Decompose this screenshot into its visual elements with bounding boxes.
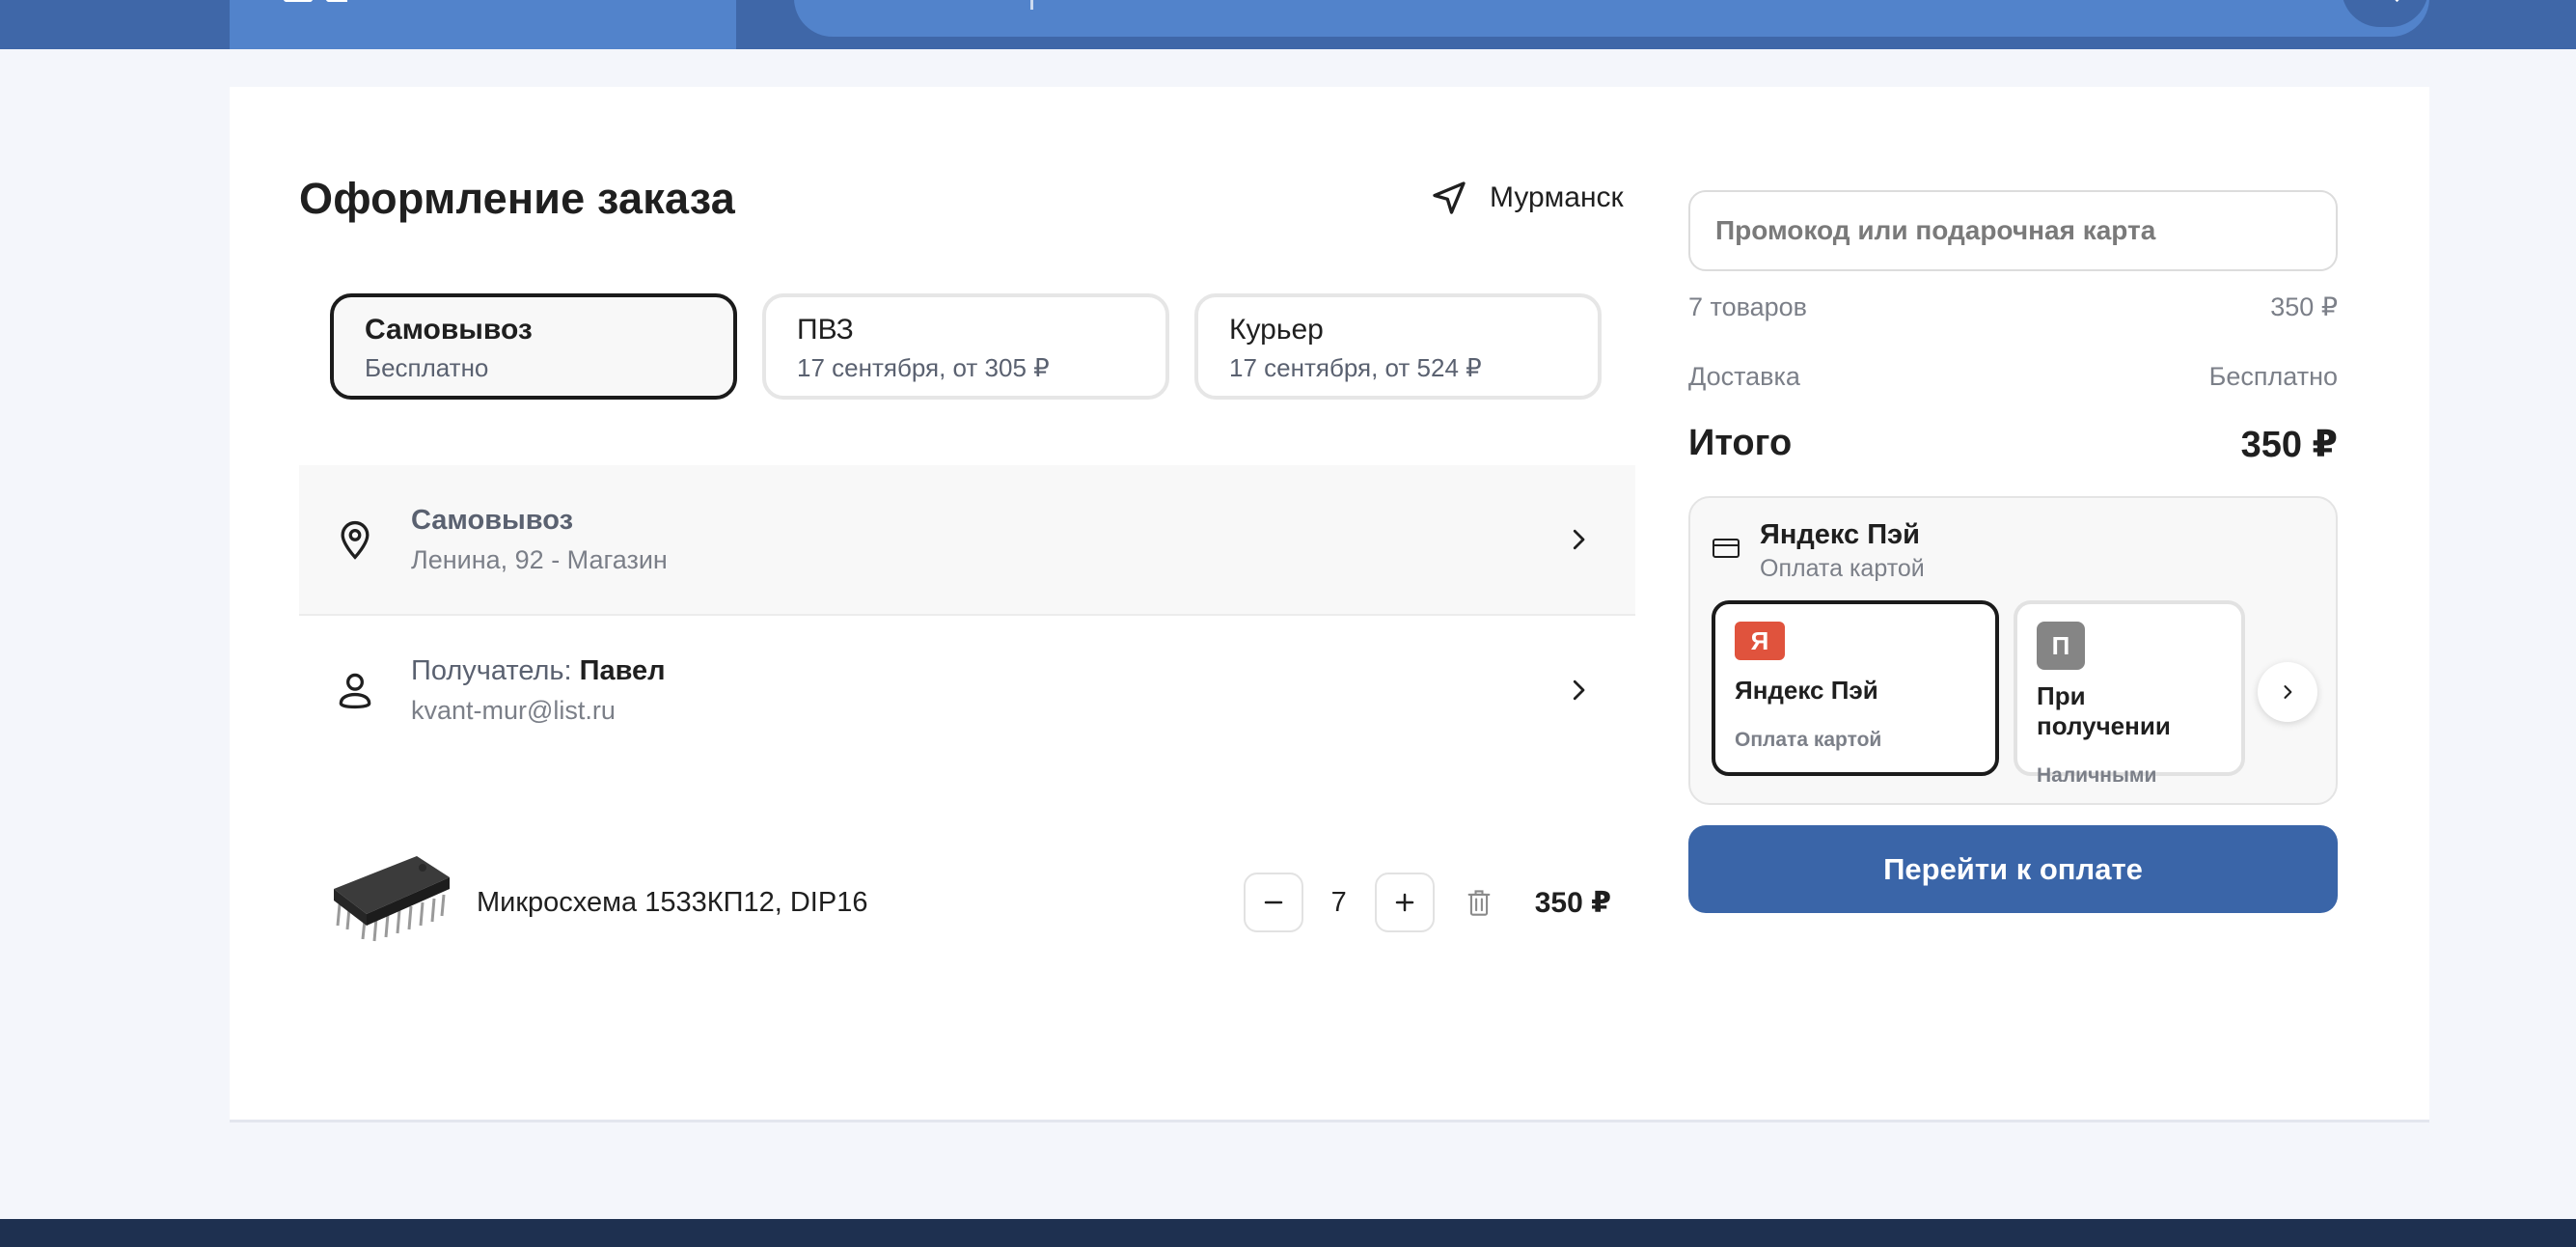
- page-footer: [0, 1219, 2576, 1247]
- quantity-value[interactable]: 7: [1303, 887, 1375, 919]
- cart-item: Микросхема 1533КП12, DIP16 7 350 ₽: [328, 845, 1611, 960]
- summary-delivery-line: Доставка Бесплатно: [1688, 362, 2338, 392]
- delivery-option-pvz[interactable]: ПВЗ 17 сентября, от 305 ₽: [762, 293, 1169, 400]
- city-selector[interactable]: Мурманск: [1430, 177, 1624, 219]
- yandex-pay-logo: Я: [1735, 622, 1785, 660]
- delivery-option-title: ПВЗ: [797, 314, 854, 346]
- top-header: [0, 0, 2576, 49]
- decrease-quantity-button[interactable]: [1243, 873, 1303, 932]
- search-text-fragment: [1030, 0, 1033, 10]
- recipient-title: Получатель: Павел: [411, 651, 1564, 691]
- summary-items-label: 7 товаров: [1688, 292, 1808, 321]
- payment-method-panel: Яндекс Пэй Оплата картой Я Яндекс Пэй Оп…: [1688, 496, 2338, 805]
- delivery-options: Самовывоз Бесплатно ПВЗ 17 сентября, от …: [330, 293, 1602, 400]
- delivery-option-title: Курьер: [1229, 314, 1324, 346]
- delivery-option-subtitle: 17 сентября, от 305 ₽: [797, 353, 1050, 382]
- summary-total-label: Итого: [1688, 423, 1793, 463]
- product-image: [328, 845, 453, 960]
- payment-selected-subtitle: Оплата картой: [1760, 555, 1925, 582]
- page-title: Оформление заказа: [299, 174, 735, 223]
- summary-items-value: 350 ₽: [2270, 292, 2338, 321]
- payment-options-next-button[interactable]: [2258, 662, 2317, 722]
- payment-option-on-delivery[interactable]: П При получении Наличными: [2014, 600, 2245, 787]
- payment-option-subtitle: Наличными: [2037, 764, 2157, 787]
- credit-card-icon: [1713, 539, 1740, 558]
- payment-selected-header: Яндекс Пэй Оплата картой: [1712, 517, 1925, 585]
- chevron-right-icon: [1573, 529, 1585, 550]
- search-icon-handle: [2390, 0, 2399, 3]
- pickup-address: Ленина, 92 - Магазин: [411, 545, 668, 574]
- recipient-email: kvant-mur@list.ru: [411, 696, 616, 725]
- summary-total-value: 350 ₽: [2240, 425, 2338, 465]
- city-name: Мурманск: [1490, 181, 1624, 213]
- catalog-label-fragment: [326, 0, 347, 2]
- summary-items-line: 7 товаров 350 ₽: [1688, 292, 2338, 322]
- delivery-option-title: Самовывоз: [365, 314, 533, 346]
- recipient-label: Получатель:: [411, 655, 580, 686]
- summary-total-line: Итого 350 ₽: [1688, 423, 2338, 466]
- chevron-right-icon: [2284, 685, 2292, 699]
- recipient-name: Павел: [579, 655, 666, 686]
- cash-payment-logo: П: [2037, 622, 2085, 670]
- catalog-button[interactable]: [230, 0, 736, 49]
- summary-delivery-label: Доставка: [1688, 362, 1800, 391]
- location-pin-icon: [341, 520, 370, 560]
- payment-option-title: Яндекс Пэй: [1735, 676, 1878, 705]
- pickup-title: Самовывоз: [411, 505, 573, 536]
- catalog-icon: [284, 0, 313, 2]
- trash-icon[interactable]: [1466, 888, 1493, 917]
- chevron-right-icon: [1573, 679, 1585, 701]
- delivery-option-courier[interactable]: Курьер 17 сентября, от 524 ₽: [1194, 293, 1602, 400]
- navigation-arrow-icon: [1433, 181, 1466, 214]
- minus-icon: [1264, 901, 1282, 904]
- payment-option-subtitle: Оплата картой: [1735, 729, 1882, 751]
- payment-option-title: При получении: [2037, 681, 2171, 740]
- product-name: Микросхема 1533КП12, DIP16: [477, 886, 868, 918]
- increase-quantity-button[interactable]: [1374, 873, 1435, 932]
- user-icon: [339, 673, 371, 709]
- delivery-option-pickup[interactable]: Самовывоз Бесплатно: [330, 293, 737, 400]
- delivery-option-subtitle: Бесплатно: [365, 353, 489, 382]
- plus-icon: [1395, 893, 1413, 912]
- pickup-point-row[interactable]: Самовывоз Ленина, 92 - Магазин: [299, 465, 1635, 616]
- recipient-row[interactable]: Получатель: Павел kvant-mur@list.ru: [299, 616, 1635, 764]
- delivery-option-subtitle: 17 сентября, от 524 ₽: [1229, 353, 1482, 382]
- product-price: 350 ₽: [1534, 886, 1611, 919]
- payment-selected-title: Яндекс Пэй: [1760, 519, 1920, 550]
- proceed-to-payment-button[interactable]: Перейти к оплате: [1688, 825, 2338, 913]
- payment-option-yandex-pay[interactable]: Я Яндекс Пэй Оплата картой: [1712, 600, 1999, 776]
- promo-code-input[interactable]: [1688, 190, 2338, 271]
- search-input[interactable]: [794, 0, 2429, 37]
- summary-delivery-value: Бесплатно: [2208, 362, 2338, 391]
